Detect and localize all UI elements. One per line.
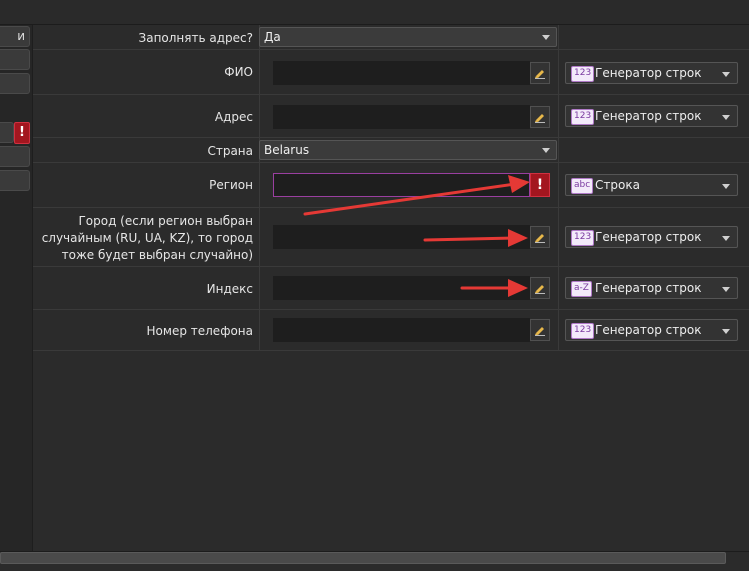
fill-address-value: Да: [264, 30, 281, 44]
index-generator-select[interactable]: a-Z Генератор строк: [565, 277, 738, 299]
row-region: Регион ! abc Строка: [33, 163, 749, 208]
chevron-down-icon: [722, 184, 730, 189]
city-label-line-1: Город (если регион выбран: [78, 214, 253, 228]
index-input[interactable]: [273, 276, 530, 300]
region-label: Регион: [209, 178, 253, 192]
row-phone: Номер телефона 123 Генератор строк: [33, 310, 749, 351]
row-address: Адрес 123 Генератор строк: [33, 95, 749, 138]
horizontal-scrollbar[interactable]: [0, 552, 726, 564]
error-icon[interactable]: !: [530, 173, 550, 197]
chevron-down-icon: [542, 148, 550, 153]
left-panel: и !: [0, 25, 33, 551]
left-panel-button-5[interactable]: [0, 146, 30, 167]
city-generator-select[interactable]: 123 Генератор строк: [565, 226, 738, 248]
left-panel-button-4[interactable]: [0, 122, 14, 143]
chevron-down-icon: [722, 72, 730, 77]
fio-generator-label: Генератор строк: [595, 66, 702, 80]
index-edit-button[interactable]: [530, 277, 550, 299]
row-country: Страна Belarus: [33, 138, 749, 163]
city-label: Город (если регион выбран случайным (RU,…: [33, 213, 253, 264]
chevron-down-icon: [722, 287, 730, 292]
fio-label: ФИО: [224, 65, 253, 79]
fill-address-select[interactable]: Да: [259, 27, 557, 47]
phone-edit-button[interactable]: [530, 319, 550, 341]
index-generator-label: Генератор строк: [595, 281, 702, 295]
city-label-line-2: случайным (RU, UA, KZ), то город: [41, 231, 253, 245]
address-label: Адрес: [214, 110, 253, 124]
city-generator-label: Генератор строк: [595, 230, 702, 244]
left-panel-button-label: и: [17, 29, 25, 43]
pencil-icon: [535, 285, 545, 294]
phone-label: Номер телефона: [146, 324, 253, 338]
row-fio: ФИО 123 Генератор строк: [33, 50, 749, 95]
settings-grid: Заполнять адрес? Да ФИО 123 Генератор ст…: [33, 25, 749, 351]
country-value: Belarus: [264, 143, 310, 157]
alpha-range-icon: a-Z: [571, 281, 592, 297]
region-input[interactable]: [273, 173, 530, 197]
string-type-icon: abc: [571, 178, 594, 194]
fio-generator-select[interactable]: 123 Генератор строк: [565, 62, 738, 84]
pencil-icon: [535, 70, 545, 79]
number-type-icon: 123: [571, 109, 595, 125]
pencil-icon: [535, 234, 545, 243]
address-generator-select[interactable]: 123 Генератор строк: [565, 105, 738, 127]
pencil-icon: [535, 114, 545, 123]
row-index: Индекс a-Z Генератор строк: [33, 267, 749, 310]
left-panel-button-1[interactable]: и: [0, 26, 30, 47]
left-panel-button-3[interactable]: [0, 73, 30, 94]
row-fill-address: Заполнять адрес? Да: [33, 25, 749, 50]
chevron-down-icon: [722, 236, 730, 241]
top-toolbar: [0, 0, 749, 25]
number-type-icon: 123: [571, 66, 595, 82]
phone-generator-label: Генератор строк: [595, 323, 702, 337]
number-type-icon: 123: [571, 323, 595, 339]
address-input[interactable]: [273, 105, 530, 129]
city-label-line-3: тоже будет выбран случайно): [61, 248, 253, 262]
country-label: Страна: [207, 144, 253, 158]
number-type-icon: 123: [571, 230, 595, 246]
city-edit-button[interactable]: [530, 226, 550, 248]
left-panel-button-2[interactable]: [0, 49, 30, 70]
chevron-down-icon: [542, 35, 550, 40]
region-type-label: Строка: [595, 178, 640, 192]
address-generator-label: Генератор строк: [595, 109, 702, 123]
address-edit-button[interactable]: [530, 106, 550, 128]
fill-address-label: Заполнять адрес?: [138, 31, 253, 45]
country-select[interactable]: Belarus: [259, 140, 557, 160]
chevron-down-icon: [722, 115, 730, 120]
pencil-icon: [535, 327, 545, 336]
region-type-select[interactable]: abc Строка: [565, 174, 738, 196]
chevron-down-icon: [722, 329, 730, 334]
fio-edit-button[interactable]: [530, 62, 550, 84]
phone-generator-select[interactable]: 123 Генератор строк: [565, 319, 738, 341]
left-panel-button-6[interactable]: [0, 170, 30, 191]
city-input[interactable]: [273, 225, 530, 249]
warning-icon[interactable]: !: [14, 122, 30, 144]
phone-input[interactable]: [273, 318, 530, 342]
index-label: Индекс: [206, 282, 253, 296]
row-city: Город (если регион выбран случайным (RU,…: [33, 208, 749, 267]
fio-input[interactable]: [273, 61, 530, 85]
